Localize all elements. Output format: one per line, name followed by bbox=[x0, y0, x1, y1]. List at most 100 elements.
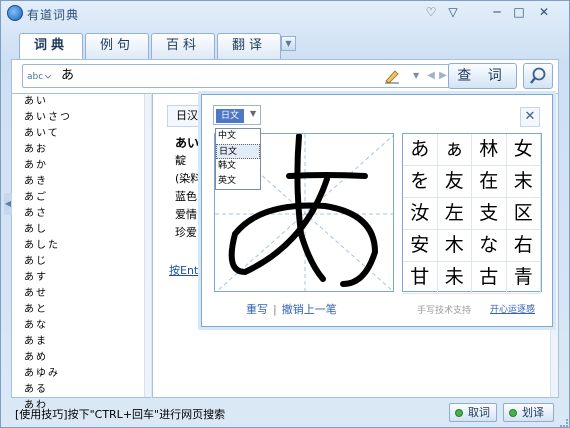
word-list-scrollbar[interactable] bbox=[144, 94, 151, 397]
search-bar: abc あ ▼ ◀ ▶ 查 词 bbox=[11, 59, 559, 93]
candidate-char[interactable]: 林 bbox=[472, 134, 507, 166]
menu-item-chinese[interactable]: 中文 bbox=[216, 129, 260, 144]
word-list-item[interactable]: あし bbox=[24, 222, 134, 238]
search-input[interactable]: あ bbox=[61, 68, 74, 84]
lookup-button[interactable]: 查 词 bbox=[448, 63, 517, 89]
candidate-char[interactable]: 友 bbox=[437, 166, 472, 198]
word-list-item[interactable]: あせ bbox=[24, 286, 134, 302]
candidate-char[interactable]: 木 bbox=[437, 230, 472, 262]
definition-line: 靛 bbox=[175, 154, 186, 167]
undo-link[interactable]: 撤销上一笔 bbox=[282, 303, 337, 316]
word-list-item[interactable]: あな bbox=[24, 318, 134, 334]
maximize-button[interactable]: □ bbox=[509, 3, 529, 21]
handwriting-pen-icon[interactable] bbox=[383, 68, 401, 84]
collapse-panel-handle[interactable]: ◀ bbox=[4, 193, 12, 215]
youdao-logo-icon bbox=[7, 5, 23, 21]
word-list-item[interactable]: あき bbox=[24, 174, 134, 190]
menu-button[interactable]: ▽ bbox=[443, 3, 463, 21]
separator: | bbox=[273, 303, 277, 316]
capture-word-button[interactable]: 取词 bbox=[449, 403, 497, 422]
select-translate-button[interactable]: 划译 bbox=[503, 403, 554, 422]
candidate-char[interactable]: あ bbox=[403, 134, 438, 166]
magnifier-icon bbox=[530, 67, 546, 84]
handwriting-language-menu: 中文 日文 韩文 英文 bbox=[215, 128, 261, 190]
candidate-char[interactable]: を bbox=[403, 166, 438, 198]
svg-text:abc: abc bbox=[27, 72, 43, 82]
result-entry: あい 靛 (染料 蓝色 爱情 珍爱 bbox=[175, 134, 201, 242]
word-list-item[interactable]: あす bbox=[24, 270, 134, 286]
definition-line: 珍爱 bbox=[175, 226, 197, 239]
word-list-item[interactable]: あと bbox=[24, 302, 134, 318]
rewrite-link[interactable]: 重写 bbox=[246, 303, 268, 316]
candidate-char[interactable]: 区 bbox=[506, 198, 541, 230]
menu-item-japanese[interactable]: 日文 bbox=[216, 144, 260, 159]
definition-line: 蓝色 bbox=[175, 190, 197, 203]
menu-item-english[interactable]: 英文 bbox=[216, 174, 260, 189]
word-list-item[interactable]: あま bbox=[24, 334, 134, 350]
candidate-char[interactable]: 古 bbox=[472, 262, 507, 294]
word-list-item[interactable]: あゆみ bbox=[24, 366, 134, 382]
status-dot-icon bbox=[455, 409, 463, 417]
tab-examples[interactable]: 例句 bbox=[85, 33, 149, 59]
menu-item-korean[interactable]: 韩文 bbox=[216, 159, 260, 174]
app-window: 有道词典 ♡ ▽ ─ □ ✕ 词典 例句 百科 翻译 ▼ abc あ ▼ ◀ ▶… bbox=[0, 0, 570, 428]
resize-grip-icon[interactable] bbox=[560, 419, 568, 427]
chevron-down-icon: ▼ bbox=[250, 109, 257, 118]
candidate-grid: あぁ林女を友在末汝左支区安木な右甘未古青 bbox=[403, 134, 541, 294]
definition-line: 爱情 bbox=[175, 208, 197, 221]
candidate-char[interactable]: 安 bbox=[403, 230, 438, 262]
support-text: 手写技术支持 bbox=[417, 306, 472, 316]
app-title: 有道词典 bbox=[27, 8, 80, 22]
tabs-more-button[interactable]: ▼ bbox=[281, 36, 296, 51]
close-button[interactable]: ✕ bbox=[534, 3, 554, 21]
tab-translate[interactable]: 翻译 bbox=[217, 33, 281, 59]
usage-tip: [使用技巧]按下"CTRL+回车"进行网页搜索 bbox=[15, 408, 226, 421]
candidate-char[interactable]: 青 bbox=[506, 262, 541, 294]
candidate-char[interactable]: 支 bbox=[472, 198, 507, 230]
tab-dictionary[interactable]: 词典 bbox=[19, 33, 83, 60]
support-link[interactable]: 开心运逐感 bbox=[490, 302, 535, 315]
abc-language-icon[interactable]: abc bbox=[26, 68, 54, 84]
capture-word-label: 取词 bbox=[468, 406, 490, 419]
word-list-item[interactable]: あじ bbox=[24, 254, 134, 270]
candidate-char[interactable]: な bbox=[472, 230, 507, 262]
handwriting-close-button[interactable]: ✕ bbox=[520, 107, 540, 127]
handwriting-language-select[interactable]: 日文 ▼ bbox=[213, 105, 261, 125]
word-list-item[interactable]: あいて bbox=[24, 126, 134, 142]
candidate-char[interactable]: ぁ bbox=[437, 134, 472, 166]
word-list-item[interactable]: あか bbox=[24, 158, 134, 174]
candidate-panel: あぁ林女を友在末汝左支区安木な右甘未古青 bbox=[402, 133, 542, 294]
word-list-item[interactable]: あご bbox=[24, 190, 134, 206]
candidate-char[interactable]: 汝 bbox=[403, 198, 438, 230]
headword: あい bbox=[175, 136, 200, 150]
candidate-char[interactable]: 女 bbox=[506, 134, 541, 166]
magnifier-search-button[interactable] bbox=[523, 63, 553, 89]
search-input-box[interactable]: abc あ ▼ ◀ ▶ bbox=[22, 64, 452, 88]
status-bar: [使用技巧]按下"CTRL+回车"进行网页搜索 取词 划译 bbox=[1, 398, 569, 428]
candidate-char[interactable]: 未 bbox=[437, 262, 472, 294]
candidate-char[interactable]: 右 bbox=[506, 230, 541, 262]
candidate-char[interactable]: 左 bbox=[437, 198, 472, 230]
word-list-item[interactable]: あお bbox=[24, 142, 134, 158]
word-list-item[interactable]: あさ bbox=[24, 206, 134, 222]
word-list-item[interactable]: あいさつ bbox=[24, 110, 134, 126]
word-list: あい あいさつ あいて あお あか あき あご あさ あし あした あじ あす あせ あと あな あま あめ あゆ… bbox=[24, 94, 134, 414]
candidate-char[interactable]: 在 bbox=[472, 166, 507, 198]
word-list-item[interactable]: あした bbox=[24, 238, 134, 254]
feedback-icon[interactable]: ♡ bbox=[421, 3, 441, 21]
definition-line: (染料 bbox=[175, 172, 202, 185]
word-list-item[interactable]: あめ bbox=[24, 350, 134, 366]
back-arrow-icon[interactable]: ◀ bbox=[425, 66, 437, 86]
history-dropdown-icon[interactable]: ▼ bbox=[413, 71, 419, 80]
tab-encyclopedia[interactable]: 百科 bbox=[151, 33, 215, 59]
handwriting-panel: 日文 ▼ ✕ 中文 日文 韩文 英文 重写 | 撤销上一笔 あぁ林女を 友 在 … bbox=[201, 94, 553, 327]
handwriting-language-value: 日文 bbox=[216, 109, 244, 123]
status-dot-icon bbox=[509, 409, 517, 417]
handwriting-actions: 重写 | 撤销上一笔 bbox=[246, 301, 337, 317]
minimize-button[interactable]: ─ bbox=[487, 3, 507, 21]
word-list-item[interactable]: ある bbox=[24, 382, 134, 398]
word-list-item[interactable]: あい bbox=[24, 94, 134, 110]
candidate-char[interactable]: 末 bbox=[506, 166, 541, 198]
select-translate-label: 划译 bbox=[522, 406, 544, 419]
candidate-char[interactable]: 甘 bbox=[403, 262, 438, 294]
